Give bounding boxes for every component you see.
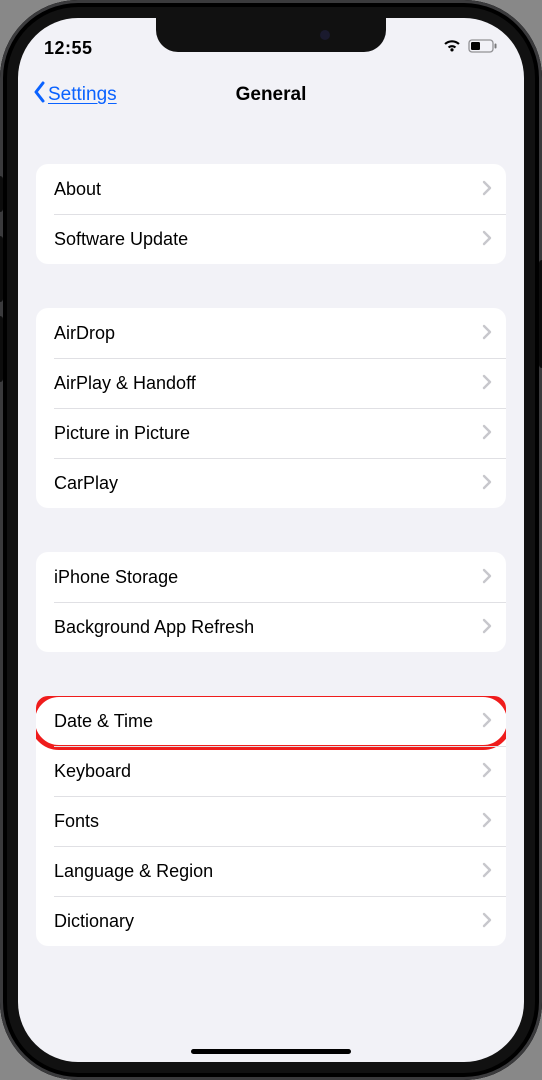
volume-up-button: [0, 236, 3, 302]
settings-group: Date & Time Keyboard Fonts Language & Regio…: [36, 696, 506, 946]
row-keyboard[interactable]: Keyboard: [36, 746, 506, 796]
back-button[interactable]: Settings: [32, 81, 117, 109]
chevron-right-icon: [482, 564, 492, 590]
row-label: AirPlay & Handoff: [54, 373, 196, 394]
volume-down-button: [0, 316, 3, 382]
row-label: Fonts: [54, 811, 99, 832]
chevron-right-icon: [482, 420, 492, 446]
settings-group: About Software Update: [36, 164, 506, 264]
row-label: Software Update: [54, 229, 188, 250]
row-label: Picture in Picture: [54, 423, 190, 444]
row-label: Dictionary: [54, 911, 134, 932]
chevron-right-icon: [482, 908, 492, 934]
settings-group: iPhone Storage Background App Refresh: [36, 552, 506, 652]
row-storage[interactable]: iPhone Storage: [36, 552, 506, 602]
row-carplay[interactable]: CarPlay: [36, 458, 506, 508]
settings-group: AirDrop AirPlay & Handoff Picture in Pictu…: [36, 308, 506, 508]
chevron-right-icon: [482, 176, 492, 202]
chevron-right-icon: [482, 758, 492, 784]
chevron-right-icon: [482, 708, 492, 734]
wifi-icon: [442, 39, 462, 58]
row-fonts[interactable]: Fonts: [36, 796, 506, 846]
row-about[interactable]: About: [36, 164, 506, 214]
chevron-right-icon: [482, 370, 492, 396]
settings-list[interactable]: About Software Update AirDrop AirPlay & Han…: [18, 130, 524, 1062]
row-airplay[interactable]: AirPlay & Handoff: [36, 358, 506, 408]
chevron-right-icon: [482, 320, 492, 346]
device-frame: 12:55 Settings General AboutSoftware Upd: [0, 0, 542, 1080]
chevron-right-icon: [482, 614, 492, 640]
status-time: 12:55: [44, 38, 93, 59]
row-pip[interactable]: Picture in Picture: [36, 408, 506, 458]
row-label: Language & Region: [54, 861, 213, 882]
battery-icon: [468, 39, 498, 58]
row-label: AirDrop: [54, 323, 115, 344]
page-title: General: [236, 84, 307, 106]
row-dict[interactable]: Dictionary: [36, 896, 506, 946]
device-notch: [156, 18, 386, 52]
row-label: Background App Refresh: [54, 617, 254, 638]
row-langreg[interactable]: Language & Region: [36, 846, 506, 896]
chevron-left-icon: [32, 81, 46, 109]
row-datetime[interactable]: Date & Time: [36, 696, 506, 746]
row-swupdate[interactable]: Software Update: [36, 214, 506, 264]
row-label: About: [54, 179, 101, 200]
back-label: Settings: [48, 84, 117, 106]
chevron-right-icon: [482, 226, 492, 252]
row-bgapp[interactable]: Background App Refresh: [36, 602, 506, 652]
screen: 12:55 Settings General AboutSoftware Upd: [18, 18, 524, 1062]
chevron-right-icon: [482, 858, 492, 884]
chevron-right-icon: [482, 470, 492, 496]
row-airdrop[interactable]: AirDrop: [36, 308, 506, 358]
row-label: Keyboard: [54, 761, 131, 782]
row-label: CarPlay: [54, 473, 118, 494]
row-label: Date & Time: [54, 711, 153, 732]
chevron-right-icon: [482, 808, 492, 834]
ringer-switch: [0, 176, 3, 212]
row-label: iPhone Storage: [54, 567, 178, 588]
home-indicator[interactable]: [191, 1049, 351, 1054]
navigation-bar: Settings General: [18, 68, 524, 122]
